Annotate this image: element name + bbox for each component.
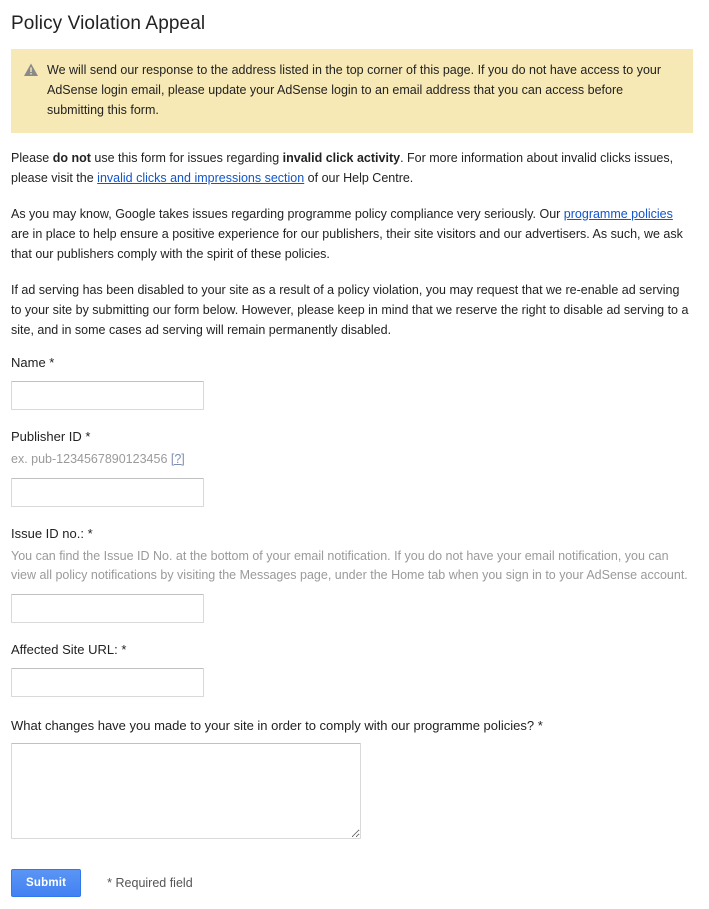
spacer-after-affected-site-url [11,697,698,717]
field-affected-site-url: Affected Site URL: * [11,641,698,697]
intro-p1-emphasis-invalid-click-activity: invalid click activity [282,151,401,165]
page-title: Policy Violation Appeal [11,13,206,34]
publisher-id-input[interactable] [11,478,204,507]
policy-violation-appeal-page: Policy Violation Appeal We will send our… [0,0,709,909]
required-field-note: * Required field [107,876,193,890]
appeal-form: Name * Publisher ID * ex. pub-1234567890… [11,340,698,897]
form-footer: Submit * Required field [11,839,698,897]
intro-p2-part-a: As you may know, Google takes issues reg… [11,207,564,221]
name-label: Name * [11,355,55,370]
publisher-id-help-link[interactable]: [?] [171,452,185,466]
spacer-after-issue-id [11,623,698,641]
intro-paragraph-1: Please do not use this form for issues r… [11,133,693,188]
publisher-id-label: Publisher ID * [11,429,91,444]
intro-p1-emphasis-do-not: do not [52,151,91,165]
intro-p2-part-b: are in place to help ensure a positive e… [11,227,683,261]
warning-banner: We will send our response to the address… [11,49,693,133]
issue-id-hint: You can find the Issue ID No. at the bot… [11,549,688,582]
spacer-after-name [11,410,698,428]
invalid-clicks-and-impressions-link[interactable]: invalid clicks and impressions section [97,171,304,185]
field-name: Name * [11,354,698,410]
submit-button[interactable]: Submit [11,869,82,897]
programme-policies-link[interactable]: programme policies [564,207,673,221]
changes-label: What changes have you made to your site … [11,718,543,733]
intro-p1-part-f: of our Help Centre. [304,171,414,185]
publisher-id-hint: ex. pub-1234567890123456 [?] [11,450,693,469]
intro-p1-part-c: use this form for issues regarding [90,151,283,165]
field-changes: What changes have you made to your site … [11,717,698,839]
issue-id-label: Issue ID no.: * [11,526,93,541]
issue-id-input[interactable] [11,594,204,623]
name-input[interactable] [11,381,204,410]
spacer-after-publisher-id [11,507,698,525]
intro-paragraph-3: If ad serving has been disabled to your … [11,283,689,337]
field-issue-id: Issue ID no.: * You can find the Issue I… [11,525,698,623]
intro-paragraph-2: As you may know, Google takes issues reg… [11,188,693,264]
warning-triangle-icon [23,62,39,78]
intro-p1-part-a: Please [11,151,53,165]
warning-banner-text: We will send our response to the address… [47,63,662,117]
publisher-id-hint-text: ex. pub-1234567890123456 [11,452,171,466]
affected-site-url-input[interactable] [11,668,204,697]
changes-textarea[interactable] [11,743,361,839]
affected-site-url-label: Affected Site URL: * [11,642,127,657]
field-publisher-id: Publisher ID * ex. pub-1234567890123456 … [11,428,698,507]
